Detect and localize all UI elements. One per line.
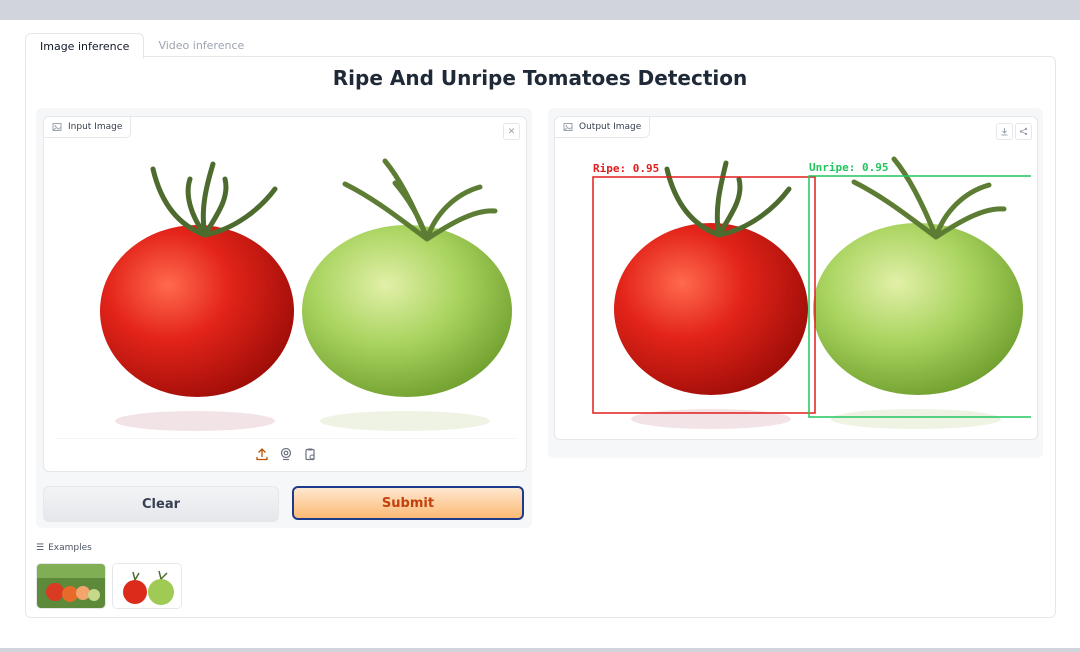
unripe-detection-label: Unripe: 0.95 (809, 161, 889, 174)
share-icon[interactable] (1015, 123, 1032, 140)
image-icon (52, 123, 62, 131)
tab-bar: Image inference Video inference (25, 33, 258, 59)
examples-header: ☰ Examples (36, 543, 92, 553)
example-thumbnail[interactable] (112, 563, 182, 609)
tab-image-inference[interactable]: Image inference (25, 33, 145, 59)
bottom-border (0, 648, 1080, 652)
browser-top-bar (0, 0, 1080, 20)
input-image-box[interactable]: Input Image ✕ (43, 116, 527, 472)
input-image-label: Input Image (44, 117, 132, 138)
close-icon[interactable]: ✕ (503, 123, 520, 140)
input-tomato-image (55, 158, 515, 439)
clipboard-icon[interactable] (303, 447, 317, 461)
ripe-detection-label: Ripe: 0.95 (593, 162, 660, 175)
output-image-box: Output Image Ripe: 0.95 Unripe: 0.95 (554, 116, 1038, 440)
examples-label-text: Examples (48, 543, 92, 553)
input-image-label-text: Input Image (68, 122, 123, 132)
tab-video-inference[interactable]: Video inference (144, 33, 258, 57)
example-thumbnail[interactable] (36, 563, 106, 609)
upload-source-bar (255, 447, 317, 461)
image-icon (563, 123, 573, 131)
list-icon: ☰ (36, 543, 45, 553)
download-icon[interactable] (996, 123, 1013, 140)
output-tomato-image (592, 156, 1031, 429)
output-image-label-text: Output Image (579, 122, 642, 132)
webcam-icon[interactable] (279, 447, 293, 461)
clear-button[interactable]: Clear (43, 486, 279, 522)
submit-button[interactable]: Submit (292, 486, 524, 520)
output-image-label: Output Image (555, 117, 651, 138)
upload-icon[interactable] (255, 447, 269, 461)
page-title: Ripe And Unripe Tomatoes Detection (332, 66, 748, 90)
